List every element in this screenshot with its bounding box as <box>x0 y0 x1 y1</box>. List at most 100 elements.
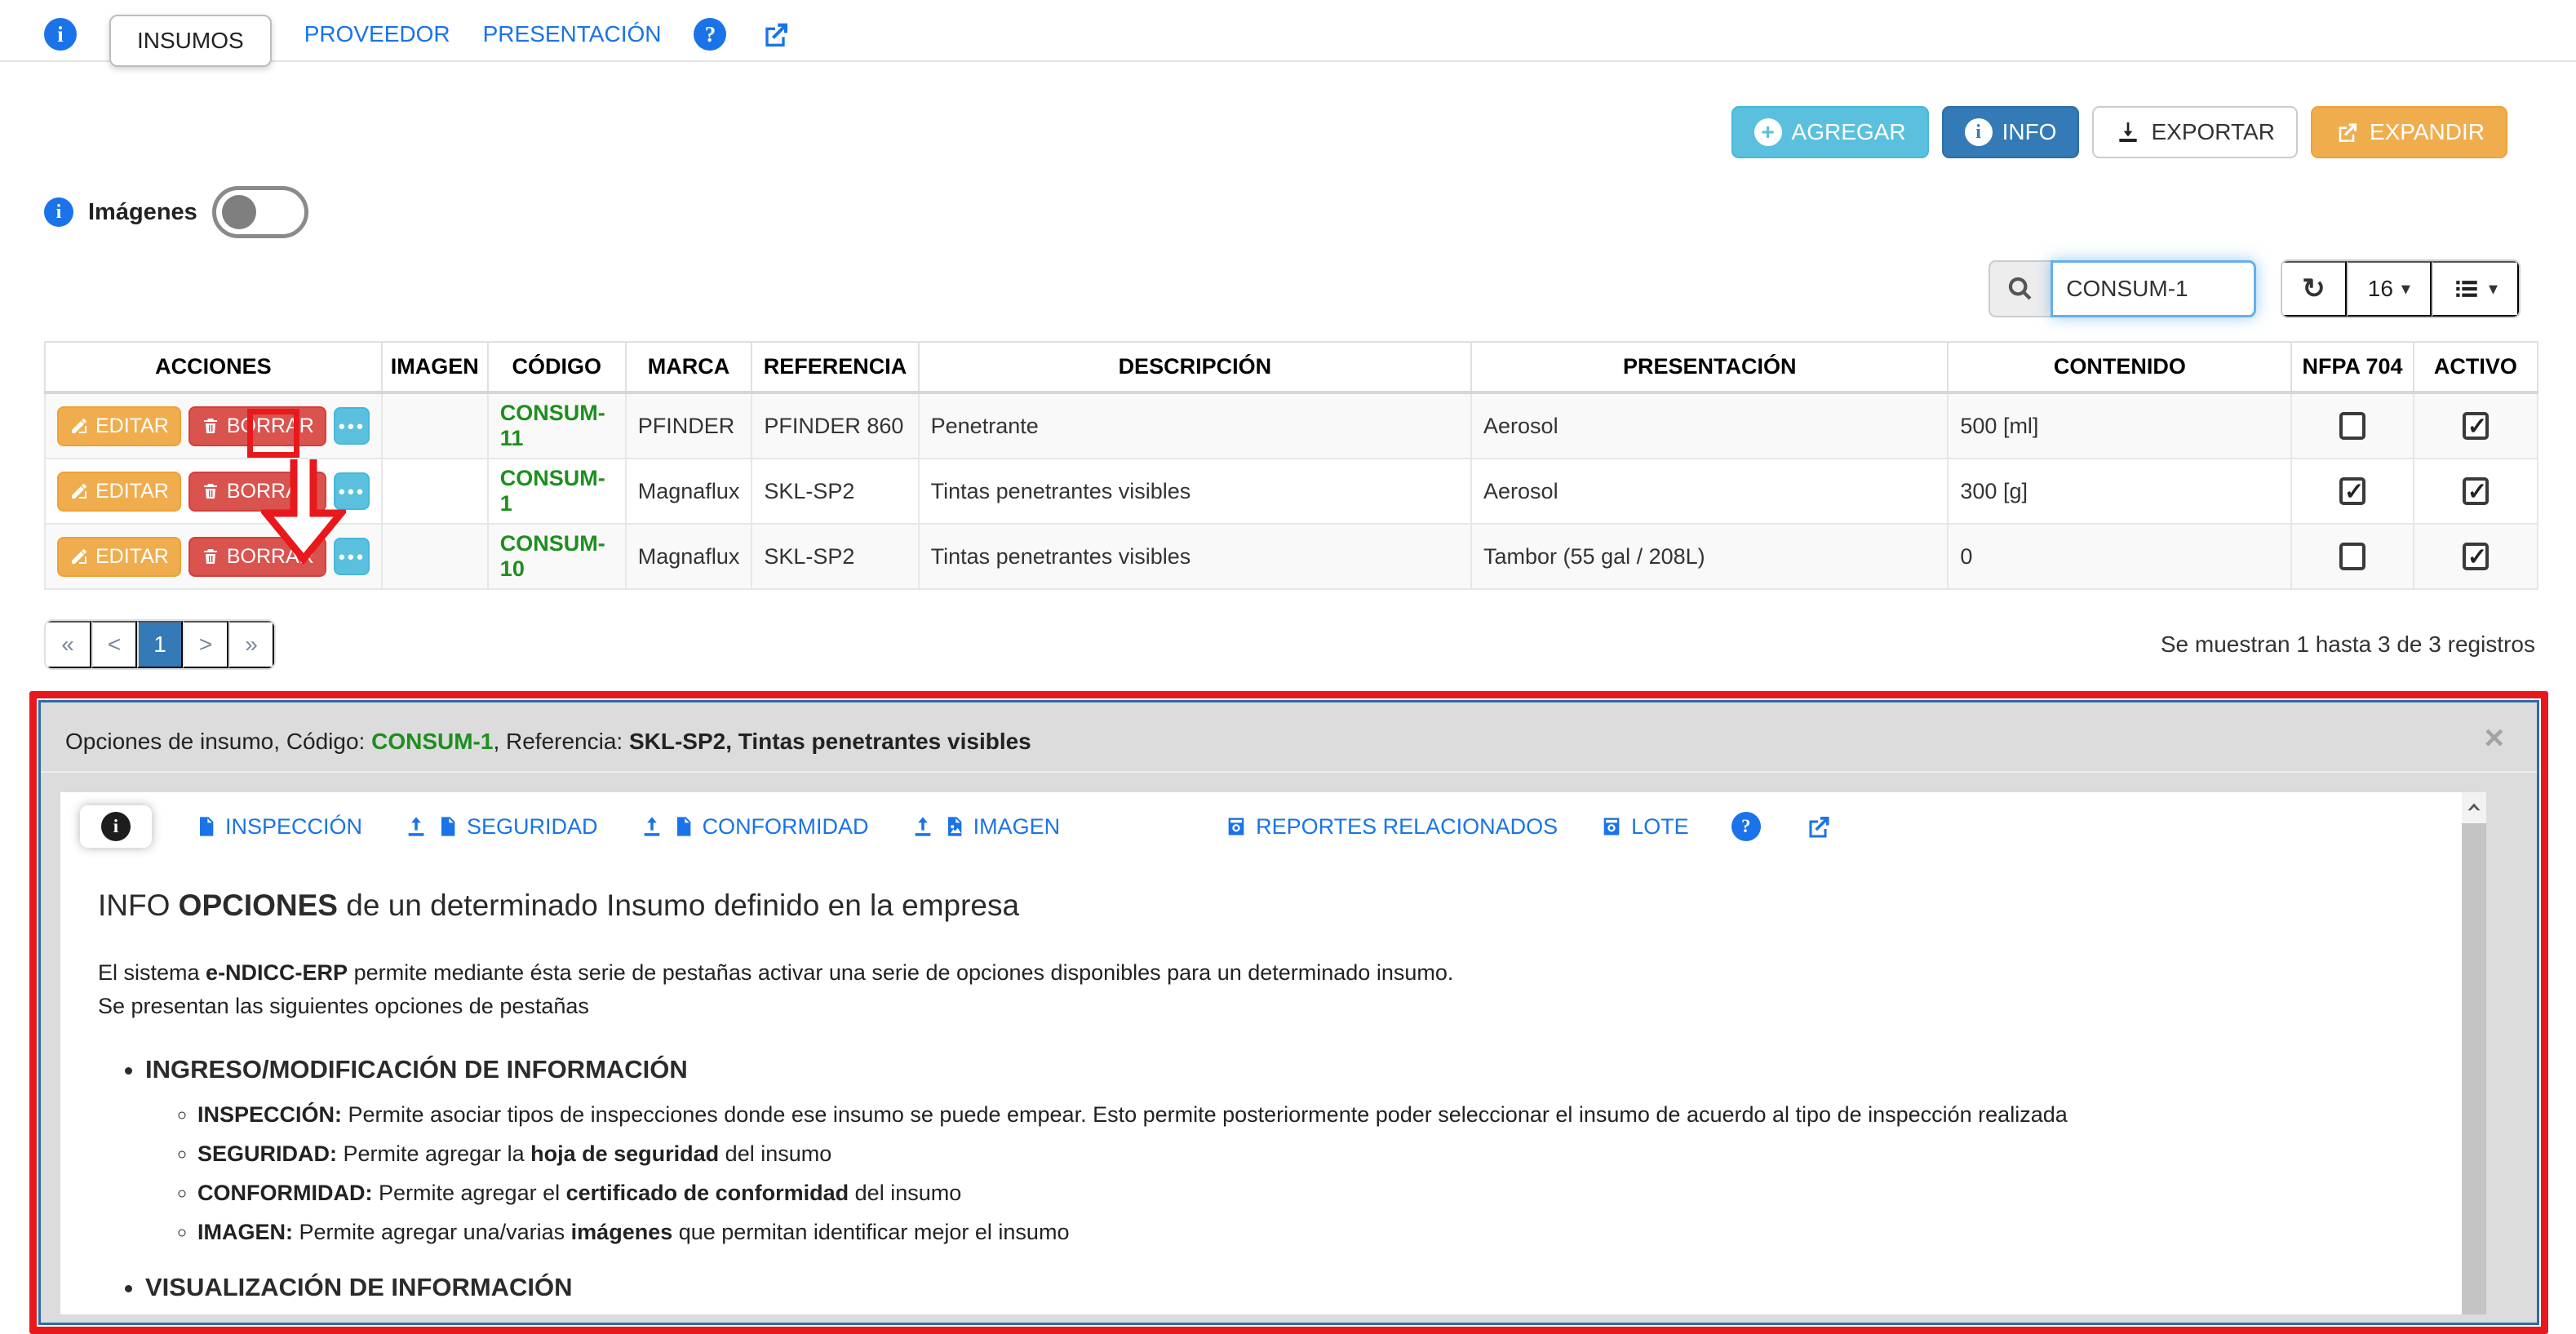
images-label: Imágenes <box>88 199 197 226</box>
info-label: INFO <box>2002 119 2057 145</box>
tab-insumos[interactable]: INSUMOS <box>109 15 272 67</box>
agregar-button[interactable]: + AGREGAR <box>1731 106 1929 158</box>
page-1-button[interactable]: 1 <box>137 621 183 668</box>
col-contenido: CONTENIDO <box>1948 342 2291 392</box>
options-tab-bar: i INSPECCIÓN SEGURIDAD CONFORMIDA <box>60 792 2486 856</box>
pagination: « < 1 > » <box>44 619 276 670</box>
tab-reportes-relacionados[interactable]: REPORTES RELACIONADOS <box>1225 814 1558 840</box>
editar-button[interactable]: EDITAR <box>57 406 181 446</box>
scrollbar-thumb[interactable] <box>2462 823 2486 1314</box>
close-icon[interactable]: × <box>2484 720 2504 755</box>
search-group <box>1989 260 2256 317</box>
section-visualizacion: VISUALIZACIÓN DE INFORMACIÓN REPORTES RE… <box>145 1273 2437 1314</box>
tab-label: SEGURIDAD <box>467 814 598 840</box>
info-icon[interactable]: i <box>44 197 73 227</box>
tab-conformidad[interactable]: CONFORMIDAD <box>641 814 869 840</box>
exportar-label: EXPORTAR <box>2151 119 2274 145</box>
tab-proveedor[interactable]: PROVEEDOR <box>304 21 450 47</box>
referencia-cell: SKL-SP2 <box>752 459 918 524</box>
file-x-icon <box>672 815 694 838</box>
insumos-table: ACCIONES IMAGEN CÓDIGO MARCA REFERENCIA … <box>44 341 2538 590</box>
tab-lote[interactable]: LOTE <box>1600 814 1689 840</box>
options-panel: Opciones de insumo, Código: CONSUM-1, Re… <box>38 700 2539 1325</box>
first-page-button[interactable]: « <box>46 621 91 668</box>
nfpa-checkbox[interactable] <box>2339 477 2365 505</box>
section-ingreso: INGRESO/MODIFICACIÓN DE INFORMACIÓN INSP… <box>145 1055 2437 1245</box>
tab-imagen[interactable]: IMAGEN <box>911 814 1061 840</box>
search-row: ↻ 16 ▾ ▾ <box>0 259 2521 318</box>
external-link-icon[interactable] <box>1803 812 1833 841</box>
tab-label: INSPECCIÓN <box>225 814 362 840</box>
next-page-button[interactable]: > <box>183 621 228 668</box>
refresh-button[interactable]: ↻ <box>2282 261 2347 317</box>
option-item-inspeccion: INSPECCIÓN: Permite asociar tipos de ins… <box>197 1102 2437 1128</box>
referencia-cell: SKL-SP2 <box>752 524 918 589</box>
info-button[interactable]: i INFO <box>1942 106 2080 158</box>
annotation-arrow-icon <box>261 459 346 565</box>
title-code: CONSUM-1 <box>371 729 493 754</box>
tab-info-active[interactable]: i <box>80 805 152 848</box>
toolbar: + AGREGAR i INFO EXPORTAR EXPANDIR <box>0 106 2507 158</box>
page-size-value: 16 <box>2368 276 2393 302</box>
editar-label: EDITAR <box>95 480 169 503</box>
table-row: EDITAR BORRAR ●●● CONSUM-10 Magnaflux SK… <box>45 524 2538 589</box>
external-link-icon[interactable] <box>759 18 791 51</box>
codigo-cell: CONSUM-11 <box>488 392 626 459</box>
imagen-cell <box>382 524 488 589</box>
col-imagen: IMAGEN <box>382 342 488 392</box>
activo-checkbox[interactable] <box>2463 543 2489 570</box>
nfpa-checkbox[interactable] <box>2339 543 2365 570</box>
page-size-dropdown[interactable]: 16 ▾ <box>2347 261 2432 317</box>
editar-button[interactable]: EDITAR <box>57 537 181 577</box>
pencil-icon <box>69 481 89 501</box>
more-options-button[interactable]: ●●● <box>334 407 370 445</box>
descripcion-cell: Tintas penetrantes visibles <box>919 459 1471 524</box>
info-icon[interactable]: i <box>44 18 77 51</box>
prev-page-button[interactable]: < <box>91 621 137 668</box>
tab-presentacion[interactable]: PRESENTACIÓN <box>483 21 662 47</box>
col-marca: MARCA <box>626 342 752 392</box>
help-icon[interactable]: ? <box>1731 812 1761 841</box>
scroll-up-button[interactable] <box>2462 792 2486 823</box>
trash-icon <box>201 416 220 436</box>
tab-inspeccion[interactable]: INSPECCIÓN <box>194 814 362 840</box>
expand-icon <box>2334 119 2360 145</box>
table-row: EDITAR BORRAR ●●● CONSUM-1 Magnaflux SKL… <box>45 459 2538 524</box>
images-toggle[interactable] <box>212 186 308 238</box>
activo-checkbox[interactable] <box>2463 477 2489 505</box>
editar-button[interactable]: EDITAR <box>57 472 181 512</box>
info-paragraph-2: Se presentan las siguientes opciones de … <box>98 994 2437 1019</box>
table-row: EDITAR BORRAR ●●● CONSUM-11 PFINDER PFIN… <box>45 392 2538 459</box>
top-tab-bar: i INSUMOS PROVEEDOR PRESENTACIÓN ? <box>0 0 2576 62</box>
columns-dropdown[interactable]: ▾ <box>2432 261 2519 317</box>
panel-scrollbar[interactable] <box>2462 792 2486 1314</box>
title-ref: SKL-SP2, Tintas penetrantes visibles <box>629 729 1031 754</box>
editar-label: EDITAR <box>95 414 169 438</box>
col-nfpa: NFPA 704 <box>2291 342 2414 392</box>
options-sections: INGRESO/MODIFICACIÓN DE INFORMACIÓN INSP… <box>98 1055 2437 1314</box>
refresh-icon: ↻ <box>2302 273 2325 305</box>
last-page-button[interactable]: » <box>228 621 274 668</box>
toggle-knob <box>222 195 256 229</box>
search-input[interactable] <box>2051 260 2256 317</box>
help-icon[interactable]: ? <box>694 18 726 51</box>
exportar-button[interactable]: EXPORTAR <box>2092 106 2297 158</box>
descripcion-cell: Tintas penetrantes visibles <box>919 524 1471 589</box>
section-items: INSPECCIÓN: Permite asociar tipos de ins… <box>145 1102 2437 1245</box>
activo-checkbox[interactable] <box>2463 412 2489 440</box>
contenido-cell: 300 [g] <box>1948 459 2291 524</box>
file-image-icon <box>942 815 965 838</box>
nfpa-checkbox[interactable] <box>2339 412 2365 440</box>
images-row: i Imágenes <box>44 186 2576 238</box>
trash-icon <box>201 481 220 501</box>
agregar-label: AGREGAR <box>1792 119 1906 145</box>
tab-label: CONFORMIDAD <box>703 814 869 840</box>
section-title: INGRESO/MODIFICACIÓN DE INFORMACIÓN <box>145 1055 688 1084</box>
caret-down-icon: ▾ <box>2401 278 2410 299</box>
tab-label: REPORTES RELACIONADOS <box>1256 814 1558 840</box>
pencil-icon <box>69 416 89 436</box>
expandir-button[interactable]: EXPANDIR <box>2311 106 2507 158</box>
title-mid: , Referencia: <box>493 729 629 754</box>
option-item-conformidad: CONFORMIDAD: Permite agregar el certific… <box>197 1181 2437 1206</box>
tab-seguridad[interactable]: SEGURIDAD <box>405 814 598 840</box>
